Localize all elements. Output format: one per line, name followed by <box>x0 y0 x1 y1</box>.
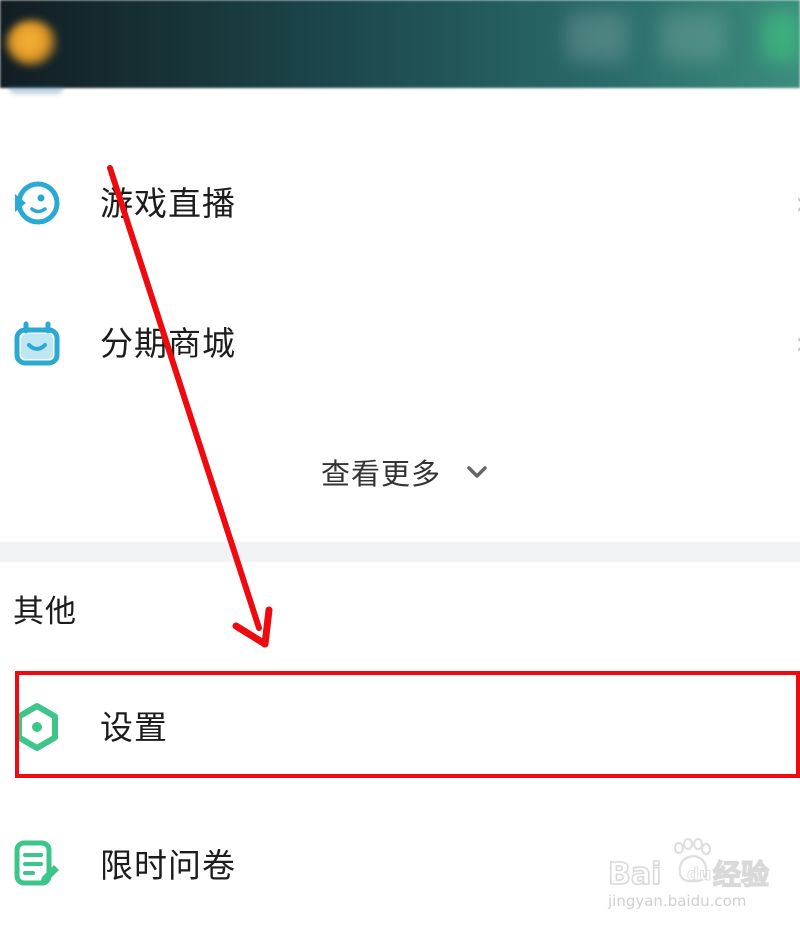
menu-item-label: 限时问卷 <box>100 846 236 885</box>
header-action-icon[interactable] <box>660 12 724 62</box>
game-live-icon <box>15 181 60 225</box>
menu-item-settings[interactable]: 设置 › <box>0 680 800 776</box>
section-title-other: 其他 <box>13 594 77 630</box>
section-divider <box>0 542 800 562</box>
blurred-item-fragment <box>8 86 64 94</box>
chevron-right-icon: › <box>795 326 800 360</box>
avatar[interactable] <box>6 20 58 66</box>
chevron-right-icon: › <box>795 710 800 744</box>
header-action-icon[interactable] <box>566 12 628 62</box>
chevron-right-icon: › <box>795 186 800 220</box>
settings-icon <box>16 703 58 751</box>
menu-item-label: 游戏直播 <box>100 184 236 223</box>
menu-item-game-live[interactable]: 游戏直播 › <box>0 156 800 252</box>
menu-item-label: 设置 <box>100 708 168 747</box>
menu-item-survey[interactable]: 限时问卷 <box>0 818 800 914</box>
chevron-down-icon <box>467 466 487 478</box>
installment-mall-icon <box>14 321 60 366</box>
menu-item-label: 分期商城 <box>100 324 236 363</box>
see-more-button[interactable]: 查看更多 <box>0 450 800 498</box>
survey-icon <box>14 840 59 886</box>
see-more-label: 查看更多 <box>321 457 442 491</box>
menu-item-installment-mall[interactable]: 分期商城 › <box>0 296 800 392</box>
header-action-icon[interactable] <box>762 12 800 62</box>
